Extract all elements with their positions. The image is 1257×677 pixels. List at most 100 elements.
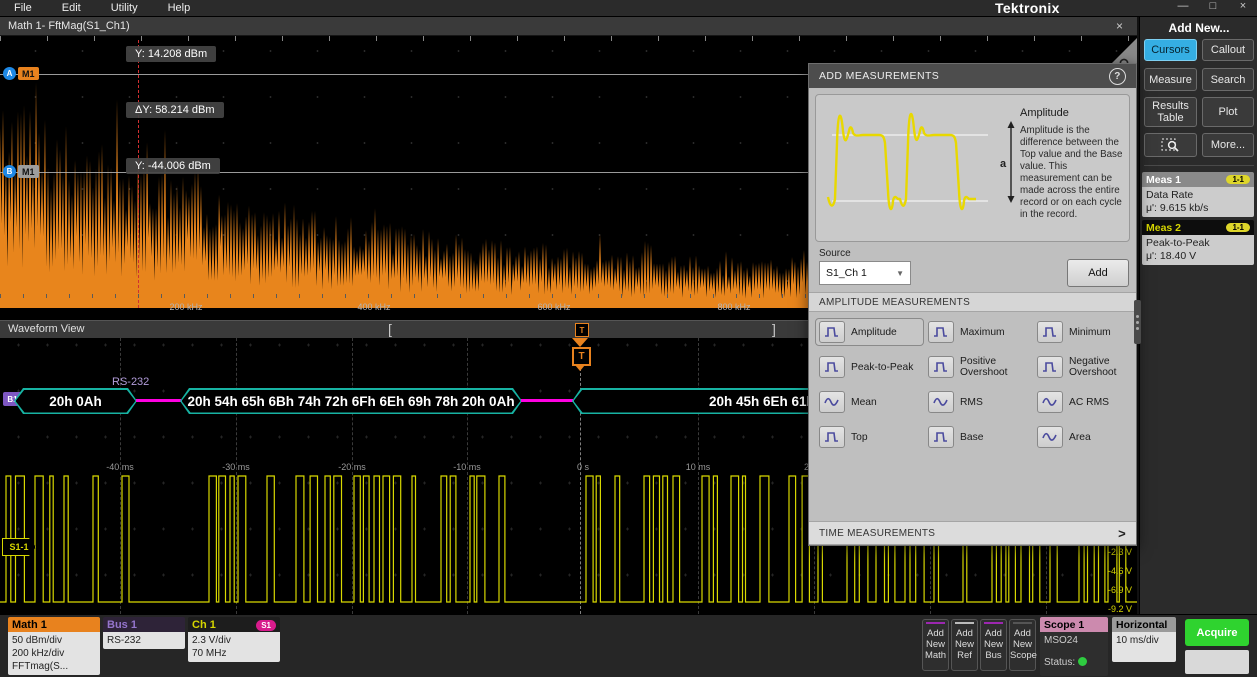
measurement-item-rms[interactable]: RMS bbox=[924, 388, 1033, 416]
callout-button[interactable]: Callout bbox=[1202, 39, 1254, 61]
math-tab-title[interactable]: Math 1- FftMag(S1_Ch1) bbox=[8, 20, 130, 32]
math1-badge[interactable]: Math 1 50 dBm/div 200 kHz/div FFTmag(S..… bbox=[8, 617, 100, 675]
maximize-icon[interactable]: □ bbox=[1205, 0, 1221, 12]
scope1-model: MSO24 bbox=[1044, 634, 1104, 647]
measurement-item-top[interactable]: Top bbox=[815, 423, 924, 451]
bus-packet-text: 20h 0Ah bbox=[14, 388, 137, 414]
source-dropdown[interactable]: S1_Ch 1 ▼ bbox=[819, 261, 911, 285]
bus-decode-label: RS-232 bbox=[112, 376, 149, 388]
freq-tick: 600 kHz bbox=[537, 302, 570, 312]
bus1-badge[interactable]: Bus 1 RS-232 bbox=[103, 617, 185, 649]
voltage-label: -9.2 V bbox=[1108, 604, 1132, 614]
close-icon[interactable]: × bbox=[1235, 0, 1251, 12]
add-new-bus-button[interactable]: Add New Bus bbox=[980, 619, 1007, 671]
meas1-name: Meas 1 bbox=[1146, 174, 1181, 186]
pulse-icon bbox=[1037, 321, 1063, 343]
measurement-label: RMS bbox=[960, 397, 983, 408]
dialog-drag-handle[interactable] bbox=[1134, 300, 1141, 344]
digital-source-badge[interactable]: S1-1 bbox=[2, 538, 36, 556]
measurement-item-ac-rms[interactable]: AC RMS bbox=[1033, 388, 1132, 416]
meas1-card[interactable]: Meas 1 1-1 Data Rate μ': 9.615 kb/s bbox=[1142, 172, 1254, 217]
add-new-bus-label: Add New Bus bbox=[984, 628, 1003, 661]
meas2-card[interactable]: Meas 2 1-1 Peak-to-Peak μ': 18.40 V bbox=[1142, 220, 1254, 265]
status-green-dot bbox=[1078, 657, 1087, 666]
meas1-value: μ': 9.615 kb/s bbox=[1146, 202, 1250, 215]
math1-title: Math 1 bbox=[8, 617, 100, 632]
measurement-item-amplitude[interactable]: Amplitude bbox=[815, 318, 924, 346]
amplitude-section-header[interactable]: AMPLITUDE MEASUREMENTS bbox=[809, 292, 1136, 312]
measurement-item-mean[interactable]: Mean bbox=[815, 388, 924, 416]
add-new-ref-button[interactable]: Add New Ref bbox=[951, 619, 978, 671]
measurement-item-area[interactable]: Area bbox=[1033, 423, 1132, 451]
menu-help[interactable]: Help bbox=[168, 2, 191, 14]
math-tab-bar: Math 1- FftMag(S1_Ch1) × bbox=[0, 17, 1137, 36]
bus-packet[interactable]: 20h 54h 65h 6Bh 74h 72h 6Fh 6Eh 69h 78h … bbox=[180, 388, 522, 414]
search-button[interactable]: Search bbox=[1202, 68, 1254, 91]
time-tick: -20 ms bbox=[338, 462, 366, 472]
zoom-tool-button[interactable] bbox=[1144, 133, 1197, 157]
horizontal-badge[interactable]: Horizontal 10 ms/div bbox=[1112, 617, 1176, 662]
plot-button[interactable]: Plot bbox=[1202, 97, 1254, 127]
menu-edit[interactable]: Edit bbox=[62, 2, 81, 14]
trigger-pointer-icon bbox=[575, 365, 585, 371]
cursor-delta-y-readout: ΔY: 58.214 dBm bbox=[126, 102, 224, 118]
preview-title: Amplitude bbox=[1020, 107, 1069, 119]
time-section-header[interactable]: TIME MEASUREMENTS > bbox=[809, 521, 1136, 545]
vertical-cursor-line[interactable] bbox=[138, 40, 139, 308]
dialog-title: ADD MEASUREMENTS bbox=[819, 70, 939, 82]
acquire-button[interactable]: Acquire bbox=[1185, 619, 1249, 646]
bottom-bar: Math 1 50 dBm/div 200 kHz/div FFTmag(S..… bbox=[0, 614, 1257, 677]
add-new-math-button[interactable]: Add New Math bbox=[922, 619, 949, 671]
horizontal-scale: 10 ms/div bbox=[1116, 634, 1172, 647]
zoom-select-icon bbox=[1161, 137, 1181, 153]
measure-button[interactable]: Measure bbox=[1144, 68, 1197, 91]
ch1-badge[interactable]: Ch 1 S1 2.3 V/div 70 MHz bbox=[188, 617, 280, 662]
cursor-b-handle[interactable]: B bbox=[3, 165, 16, 178]
amplitude-arrow-icon: a bbox=[1000, 119, 1018, 205]
zoom-bracket-left[interactable]: [ bbox=[388, 321, 392, 337]
minimize-icon[interactable]: — bbox=[1175, 0, 1191, 12]
more-button[interactable]: More... bbox=[1202, 133, 1254, 157]
measurement-item-positive-overshoot[interactable]: Positive Overshoot bbox=[924, 353, 1033, 381]
add-new-ref-label: Add New Ref bbox=[955, 628, 974, 661]
scope1-badge[interactable]: Scope 1 MSO24 Status: bbox=[1040, 617, 1108, 676]
measurement-item-negative-overshoot[interactable]: Negative Overshoot bbox=[1033, 353, 1132, 381]
add-new-scope-label: Add New Scope bbox=[1010, 628, 1037, 661]
bus-packet[interactable]: 20h 0Ah bbox=[14, 388, 137, 414]
help-icon[interactable]: ? bbox=[1109, 68, 1126, 85]
menu-file[interactable]: File bbox=[14, 2, 32, 14]
freq-tick: 400 kHz bbox=[357, 302, 390, 312]
meas1-type: Data Rate bbox=[1146, 189, 1250, 202]
measurement-grid: Amplitude Maximum Minimum Peak-to-Peak P… bbox=[815, 318, 1132, 451]
cursor-y1-readout: Y: 14.208 dBm bbox=[126, 46, 216, 62]
zoom-bracket-right[interactable]: ] bbox=[772, 321, 776, 337]
acquire-spare-button[interactable] bbox=[1185, 650, 1249, 674]
menu-utility[interactable]: Utility bbox=[111, 2, 138, 14]
time-tick: -40 ms bbox=[106, 462, 134, 472]
window-controls: — □ × bbox=[1175, 0, 1251, 12]
measurement-label: Mean bbox=[851, 397, 877, 408]
cursors-button[interactable]: Cursors bbox=[1144, 39, 1197, 61]
measurement-item-base[interactable]: Base bbox=[924, 423, 1033, 451]
dialog-titlebar[interactable]: ADD MEASUREMENTS ? bbox=[809, 64, 1136, 88]
tektronix-logo: Tektronix bbox=[995, 0, 1060, 16]
cursor-a-handle[interactable]: A bbox=[3, 67, 16, 80]
trigger-flag-minimap[interactable]: T bbox=[575, 323, 589, 337]
trigger-flag[interactable]: T bbox=[572, 347, 591, 366]
add-new-scope-button[interactable]: Add New Scope bbox=[1009, 619, 1036, 671]
pulse-icon bbox=[819, 321, 845, 343]
measurement-item-peak-to-peak[interactable]: Peak-to-Peak bbox=[815, 353, 924, 381]
add-button[interactable]: Add bbox=[1067, 259, 1129, 287]
measurement-item-minimum[interactable]: Minimum bbox=[1033, 318, 1132, 346]
results-table-button[interactable]: Results Table bbox=[1144, 97, 1197, 127]
horizontal-title: Horizontal bbox=[1112, 617, 1176, 632]
ch1-bandwidth: 70 MHz bbox=[192, 647, 276, 660]
measurement-label: Maximum bbox=[960, 327, 1005, 338]
meas1-source-pill: 1-1 bbox=[1226, 175, 1250, 184]
pulse-icon bbox=[928, 426, 954, 448]
measurement-item-maximum[interactable]: Maximum bbox=[924, 318, 1033, 346]
meas2-source-pill: 1-1 bbox=[1226, 223, 1250, 232]
math-tab-close-icon[interactable]: × bbox=[1116, 19, 1123, 33]
trigger-arrow-icon bbox=[572, 338, 588, 347]
cursor-b-source-badge: M1 bbox=[18, 165, 39, 178]
